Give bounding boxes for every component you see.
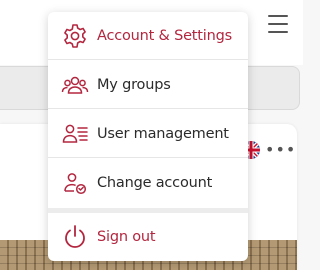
account-dropdown-menu: Account & Settings My groups User manage… [48, 12, 248, 261]
gear-icon [61, 22, 89, 50]
group-icon [61, 71, 89, 99]
menu-item-label: My groups [97, 76, 171, 93]
more-dots-icon[interactable]: ••• [265, 142, 296, 158]
menu-item-label: Change account [97, 175, 213, 191]
hamburger-icon[interactable] [268, 15, 288, 33]
menu-item-user-management[interactable]: User management [48, 110, 248, 158]
sign-out-button[interactable]: Sign out [48, 213, 248, 261]
menu-item-label: User management [97, 125, 229, 142]
menu-item-change-account[interactable]: Change account [48, 159, 248, 207]
user-list-icon [61, 120, 89, 148]
menu-item-account-settings[interactable]: Account & Settings [48, 12, 248, 60]
sign-out-label: Sign out [97, 229, 156, 245]
menu-item-my-groups[interactable]: My groups [48, 61, 248, 109]
menu-item-label: Account & Settings [97, 27, 232, 44]
switch-user-icon [61, 169, 89, 197]
power-icon [61, 223, 89, 251]
